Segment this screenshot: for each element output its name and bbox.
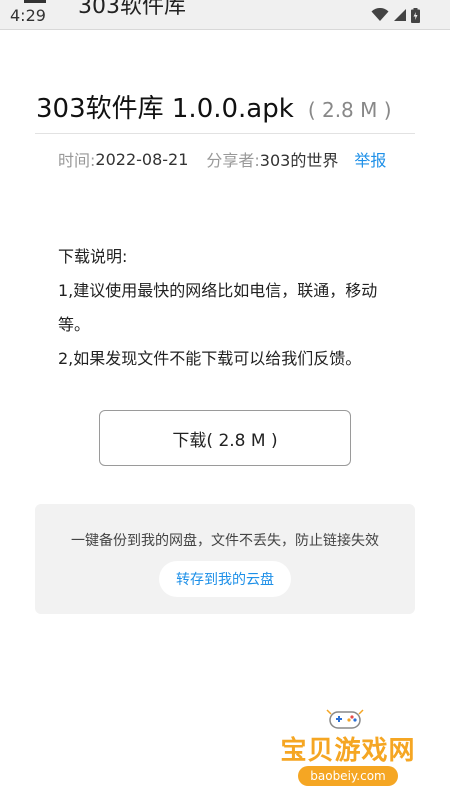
instructions-line-2: 2,如果发现文件不能下载可以给我们反馈。 [58,349,362,368]
app-title: 303软件库 [78,0,186,19]
download-button[interactable]: 下载( 2.8 M ) [99,410,351,466]
header-divider [35,133,415,134]
wifi-icon [371,8,389,21]
report-link[interactable]: 举报 [354,147,386,171]
watermark-text: 宝贝游戏网 [280,736,416,766]
menu-icon[interactable] [24,0,46,3]
battery-icon [411,7,420,23]
status-bar: 4:29 303软件库 [0,0,450,30]
save-to-cloud-button[interactable]: 转存到我的云盘 [159,561,291,597]
status-time: 4:29 [10,6,46,25]
instructions-heading: 下载说明: [58,247,128,266]
file-size: ( 2.8 M ) [307,98,392,122]
download-instructions: 下载说明: 1,建议使用最快的网络比如电信，联通，移动等。 2,如果发现文件不能… [58,240,398,376]
cloud-save-panel: 一键备份到我的网盘，文件不丢失，防止链接失效 转存到我的云盘 [35,504,415,614]
time-label: 时间: [58,151,96,170]
file-meta: 时间: 2022-08-21 分享者: 303的世界 举报 [58,147,418,171]
status-icons [371,7,420,23]
time-value: 2022-08-21 [95,149,189,169]
cloud-save-description: 一键备份到我的网盘，文件不丢失，防止链接失效 [71,533,379,549]
watermark-url: baobeiy.com [298,766,398,786]
gamepad-icon [326,709,364,729]
instructions-line-1: 1,建议使用最快的网络比如电信，联通，移动等。 [58,281,378,334]
watermark-logo: 宝贝游戏网 baobeiy.com [268,706,428,792]
signal-icon [394,9,406,21]
sharer-value: 303的世界 [259,151,339,170]
file-title: 303软件库 1.0.0.apk [36,94,294,124]
sharer-label: 分享者: [206,151,260,170]
file-title-row: 303软件库 1.0.0.apk ( 2.8 M ) [36,88,416,125]
